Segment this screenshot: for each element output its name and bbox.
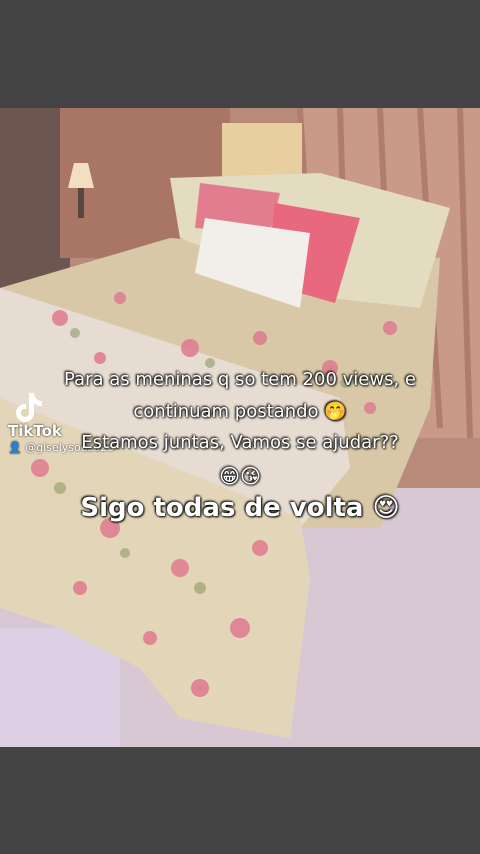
caption-line-1: Para as meninas q so tem 200 views, e xyxy=(64,369,416,390)
caption-line-3: Estamos juntas, Vamos se ajudar?? xyxy=(81,432,399,453)
top-letterbox-band xyxy=(0,0,480,108)
bottom-letterbox-band xyxy=(0,747,480,854)
caption-line-2: continuam postando 🤭 xyxy=(133,401,347,422)
caption-line-5: Sigo todas de volta 😍 xyxy=(80,493,400,523)
caption-line-4: 😁😘 xyxy=(219,464,261,488)
